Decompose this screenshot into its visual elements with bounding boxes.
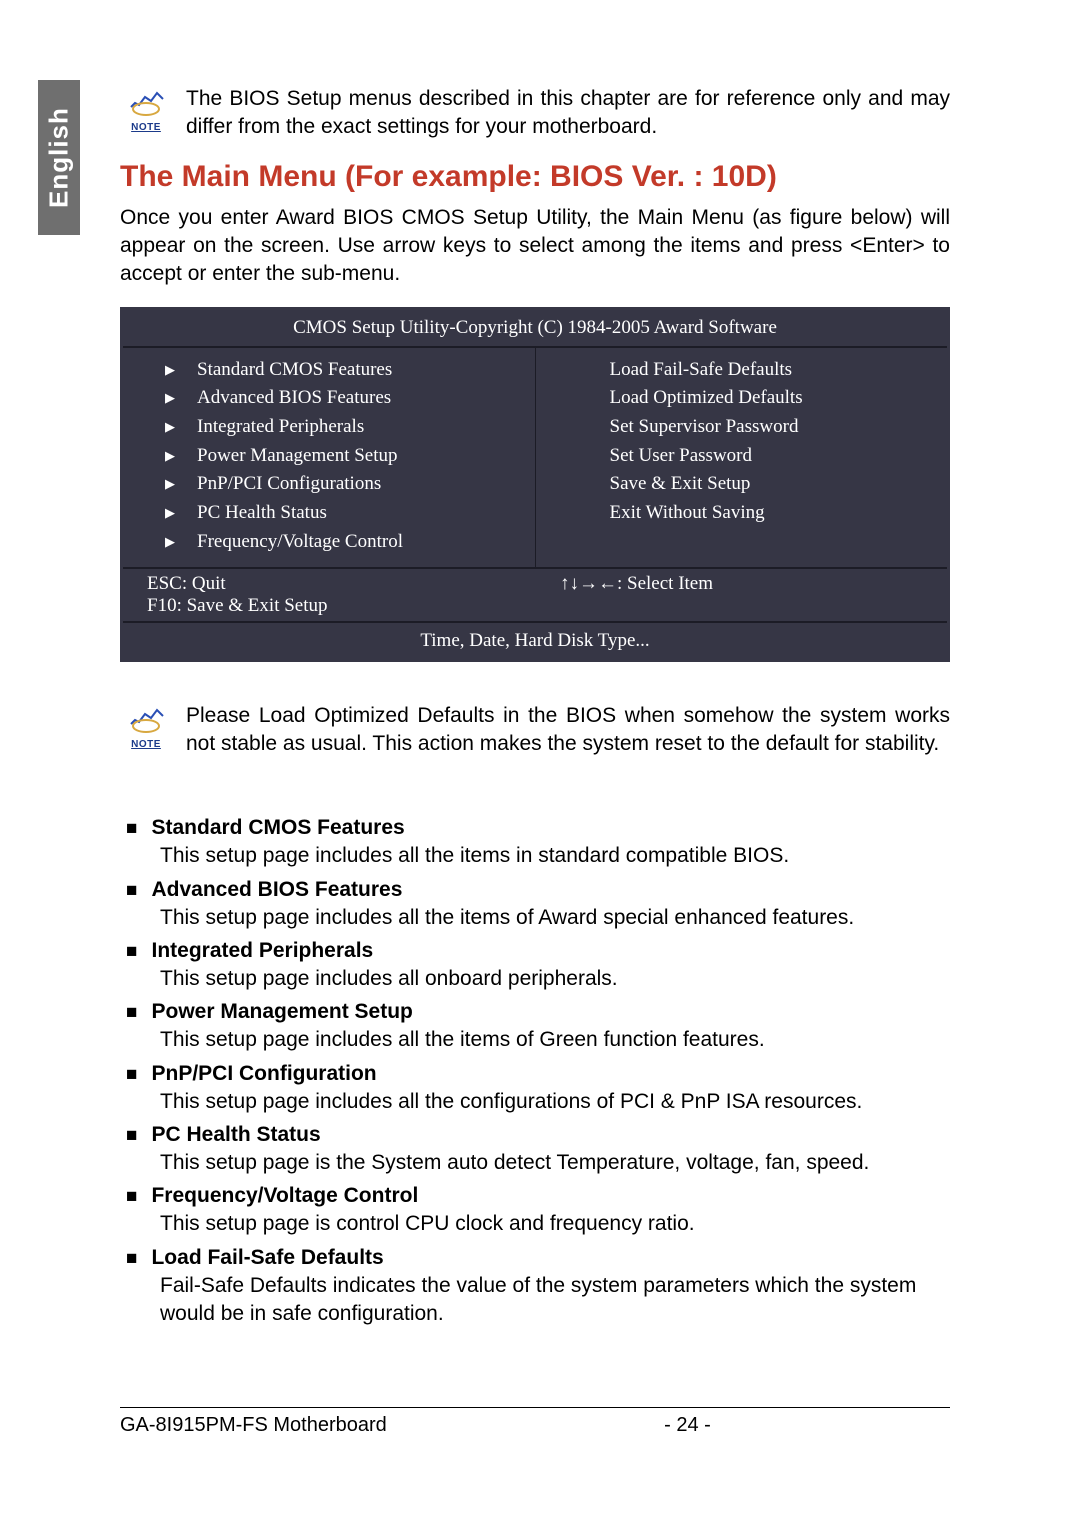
bios-item-power-management[interactable]: ▶ Power Management Setup [139, 442, 519, 471]
section-desc: Fail-Safe Defaults indicates the value o… [160, 1272, 950, 1329]
arrow-right-icon: ▶ [165, 419, 175, 436]
note-text-1: The BIOS Setup menus described in this c… [186, 85, 950, 142]
section-load-failsafe: ■ Load Fail-Safe Defaults Fail-Safe Defau… [120, 1246, 950, 1329]
bios-item-standard-cmos[interactable]: ▶ Standard CMOS Features [139, 356, 519, 385]
bullet-icon: ■ [126, 1064, 137, 1086]
bullet-icon: ■ [126, 1125, 137, 1147]
bios-item-label: PC Health Status [197, 501, 327, 526]
bios-item-label: Advanced BIOS Features [197, 386, 391, 411]
bios-help-esc: ESC: Quit [147, 573, 518, 595]
section-title: PnP/PCI Configuration [151, 1062, 376, 1086]
bios-help-row: ESC: Quit F10: Save & Exit Setup ↑↓→←: S… [123, 569, 947, 623]
section-title: Load Fail-Safe Defaults [151, 1246, 383, 1270]
section-title: PC Health Status [151, 1123, 320, 1147]
section-title: Frequency/Voltage Control [151, 1184, 418, 1208]
bios-main: ▶ Standard CMOS Features ▶ Advanced BIOS F… [123, 348, 947, 569]
section-integrated-peripherals: ■ Integrated Peripherals This setup page … [120, 939, 950, 993]
section-power-management: ■ Power Management Setup This setup page … [120, 1000, 950, 1054]
bios-item-load-optimized[interactable]: Load Optimized Defaults [552, 384, 932, 413]
footer-page-number: - 24 - [425, 1414, 950, 1437]
section-desc: This setup page includes all the items o… [160, 1026, 950, 1054]
bullet-icon: ■ [126, 880, 137, 902]
note-icon: NOTE [120, 702, 172, 750]
section-desc: This setup page is control CPU clock and… [160, 1210, 950, 1238]
note-icon: NOTE [120, 85, 172, 133]
section-title: Power Management Setup [151, 1000, 412, 1024]
note-block-2: NOTE Please Load Optimized Defaults in t… [120, 702, 950, 759]
bios-item-label: Frequency/Voltage Control [197, 530, 403, 555]
bios-item-exit-no-save[interactable]: Exit Without Saving [552, 499, 932, 528]
page-content: NOTE The BIOS Setup menus described in t… [120, 85, 950, 1335]
bios-item-load-failsafe[interactable]: Load Fail-Safe Defaults [552, 356, 932, 385]
bullet-icon: ■ [126, 1002, 137, 1024]
bios-item-advanced-bios[interactable]: ▶ Advanced BIOS Features [139, 384, 519, 413]
bios-item-frequency-voltage[interactable]: ▶ Frequency/Voltage Control [139, 528, 519, 557]
bios-item-integrated-peripherals[interactable]: ▶ Integrated Peripherals [139, 413, 519, 442]
section-pc-health: ■ PC Health Status This setup page is the… [120, 1123, 950, 1177]
bios-item-label: PnP/PCI Configurations [197, 472, 381, 497]
bios-screenshot: CMOS Setup Utility-Copyright (C) 1984-20… [120, 307, 950, 662]
bios-help-right: ↑↓→←: Select Item [518, 573, 931, 617]
arrow-right-icon: ▶ [165, 362, 175, 379]
bios-help-left: ESC: Quit F10: Save & Exit Setup [139, 573, 518, 617]
bios-item-set-user-pwd[interactable]: Set User Password [552, 442, 932, 471]
arrow-right-icon: ▶ [165, 476, 175, 493]
language-tab: English [38, 80, 80, 235]
bios-title: CMOS Setup Utility-Copyright (C) 1984-20… [123, 310, 947, 348]
section-frequency-voltage: ■ Frequency/Voltage Control This setup pa… [120, 1184, 950, 1238]
bios-item-pnp-pci[interactable]: ▶ PnP/PCI Configurations [139, 470, 519, 499]
note-block-1: NOTE The BIOS Setup menus described in t… [120, 85, 950, 142]
bios-item-label: Standard CMOS Features [197, 358, 392, 383]
intro-paragraph: Once you enter Award BIOS CMOS Setup Uti… [120, 204, 950, 289]
bios-footer: Time, Date, Hard Disk Type... [123, 623, 947, 659]
bios-item-pc-health[interactable]: ▶ PC Health Status [139, 499, 519, 528]
section-pnp-pci: ■ PnP/PCI Configuration This setup page i… [120, 1062, 950, 1116]
bios-left-col: ▶ Standard CMOS Features ▶ Advanced BIOS F… [123, 348, 536, 567]
section-desc: This setup page is the System auto detec… [160, 1149, 950, 1177]
arrow-right-icon: ▶ [165, 390, 175, 407]
section-desc: This setup page includes all the items o… [160, 904, 950, 932]
section-title: Standard CMOS Features [151, 816, 404, 840]
bullet-icon: ■ [126, 1248, 137, 1270]
section-title: Advanced BIOS Features [151, 878, 402, 902]
section-desc: This setup page includes all onboard per… [160, 965, 950, 993]
bios-item-label: Power Management Setup [197, 444, 398, 469]
section-standard-cmos: ■ Standard CMOS Features This setup page … [120, 816, 950, 870]
bios-item-save-exit[interactable]: Save & Exit Setup [552, 470, 932, 499]
section-advanced-bios: ■ Advanced BIOS Features This setup page … [120, 878, 950, 932]
page-footer: GA-8I915PM-FS Motherboard - 24 - [120, 1407, 950, 1437]
arrow-right-icon: ▶ [165, 448, 175, 465]
section-desc: This setup page includes all the items i… [160, 842, 950, 870]
bios-right-col: Load Fail-Safe Defaults Load Optimized D… [536, 348, 948, 567]
arrow-right-icon: ▶ [165, 534, 175, 551]
section-title: Integrated Peripherals [151, 939, 373, 963]
bios-help-select: ↑↓→←: Select Item [560, 573, 931, 595]
section-list: ■ Standard CMOS Features This setup page … [120, 816, 950, 1328]
note-label: NOTE [120, 739, 172, 750]
bios-item-label: Integrated Peripherals [197, 415, 364, 440]
section-desc: This setup page includes all the configu… [160, 1088, 950, 1116]
main-heading: The Main Menu (For example: BIOS Ver. : … [120, 160, 950, 194]
arrow-right-icon: ▶ [165, 505, 175, 522]
bullet-icon: ■ [126, 818, 137, 840]
note-text-2: Please Load Optimized Defaults in the BI… [186, 702, 950, 759]
bullet-icon: ■ [126, 1186, 137, 1208]
bios-help-f10: F10: Save & Exit Setup [147, 595, 518, 617]
note-label: NOTE [120, 122, 172, 133]
bullet-icon: ■ [126, 941, 137, 963]
bios-item-set-supervisor-pwd[interactable]: Set Supervisor Password [552, 413, 932, 442]
